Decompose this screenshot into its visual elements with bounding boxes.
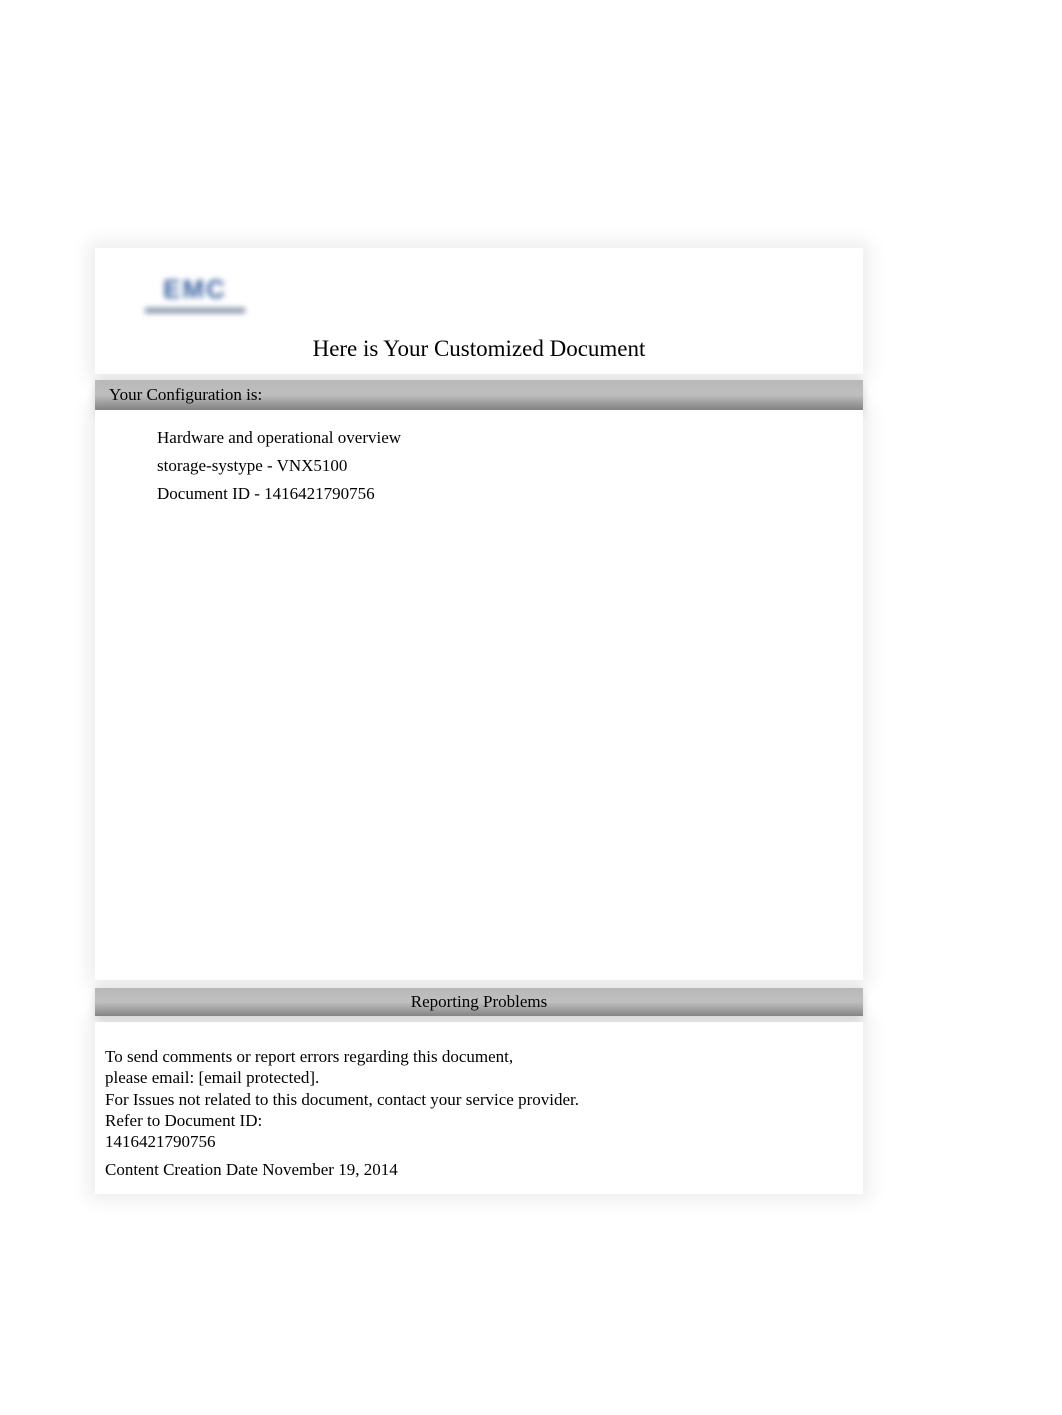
footer-box: To send comments or report errors regard… bbox=[95, 1022, 863, 1194]
configuration-body: Hardware and operational overview storag… bbox=[95, 410, 863, 980]
document-title: Here is Your Customized Document bbox=[95, 336, 863, 362]
config-line: Document ID - 1416421790756 bbox=[157, 484, 863, 504]
configuration-heading-bar: Your Configuration is: bbox=[95, 380, 863, 410]
config-line: Hardware and operational overview bbox=[157, 428, 863, 448]
logo-text: EMC bbox=[163, 274, 227, 305]
footer-line: Refer to Document ID: bbox=[105, 1110, 853, 1131]
document-container: EMC Here is Your Customized Document You… bbox=[95, 248, 863, 1194]
logo-tagline bbox=[145, 308, 245, 313]
footer-line: 1416421790756 bbox=[105, 1131, 853, 1152]
emc-logo: EMC bbox=[135, 268, 255, 318]
header-box: EMC Here is Your Customized Document bbox=[95, 248, 863, 374]
reporting-problems-heading-bar: Reporting Problems bbox=[95, 988, 863, 1016]
content-creation-date: Content Creation Date November 19, 2014 bbox=[105, 1160, 853, 1180]
footer-line: To send comments or report errors regard… bbox=[105, 1046, 853, 1067]
footer-line: For Issues not related to this document,… bbox=[105, 1089, 853, 1110]
footer-line: please email: [email protected]. bbox=[105, 1067, 853, 1088]
config-line: storage-systype - VNX5100 bbox=[157, 456, 863, 476]
